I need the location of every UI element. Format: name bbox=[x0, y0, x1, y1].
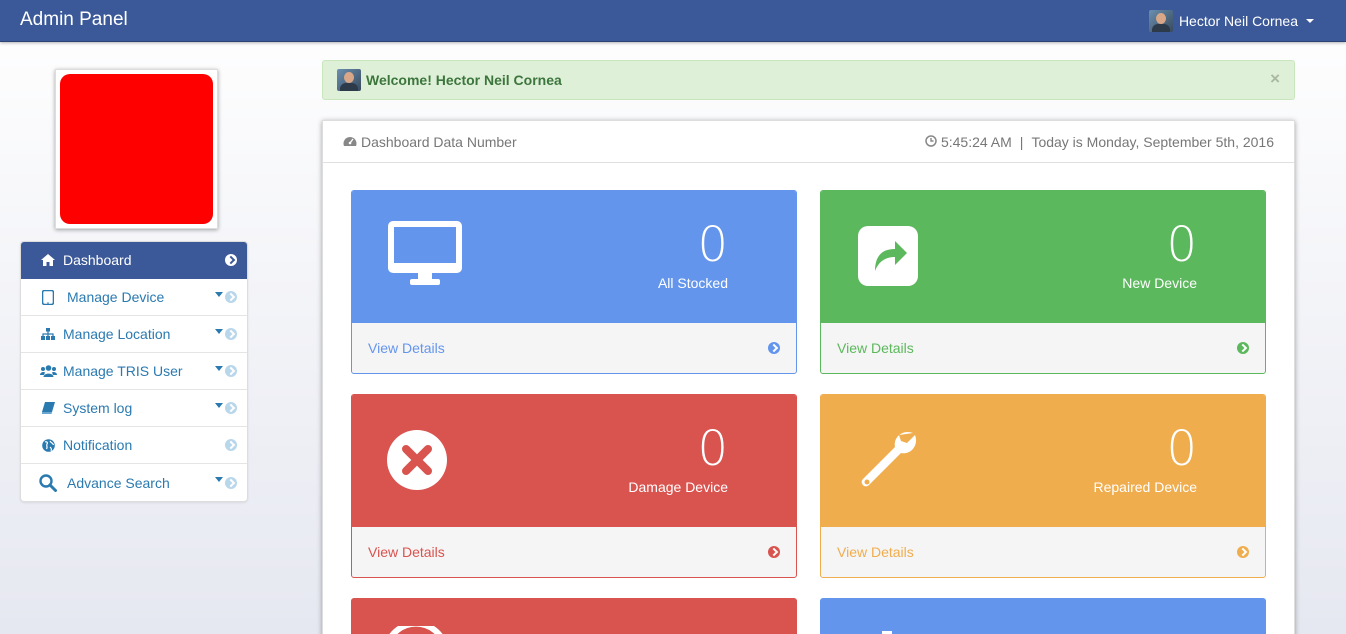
card-repaired-device: 0 Repaired Device View Details bbox=[820, 394, 1266, 578]
sidebar-item-label: Notification bbox=[63, 437, 133, 453]
caret-down-icon bbox=[215, 365, 223, 371]
sidebar-item-label: Dashboard bbox=[63, 252, 132, 268]
times-circle-icon bbox=[386, 429, 448, 496]
clock-icon bbox=[925, 134, 937, 150]
current-time: 5:45:24 AM bbox=[940, 133, 1012, 150]
sidebar-item-label: Manage TRIS User bbox=[63, 363, 183, 379]
caret-down-icon bbox=[215, 328, 223, 334]
panel-title: Dashboard Data Number bbox=[361, 133, 517, 150]
share-square-icon bbox=[857, 225, 919, 292]
card-label: All Stocked bbox=[657, 275, 728, 291]
top-navbar: Admin Panel Hector Neil Cornea bbox=[0, 0, 1346, 42]
arrow-circle-right-icon bbox=[225, 402, 237, 414]
book-icon bbox=[37, 402, 59, 414]
card-value: 0 bbox=[697, 217, 728, 273]
profile-picture-frame bbox=[55, 69, 218, 229]
caret-down-icon bbox=[215, 402, 223, 408]
view-details-text: View Details bbox=[368, 544, 445, 560]
card-label: Repaired Device bbox=[1093, 479, 1198, 495]
card-value: 0 bbox=[1166, 217, 1197, 273]
welcome-alert: Welcome! Hector Neil Cornea × bbox=[322, 60, 1295, 100]
users-icon bbox=[37, 365, 59, 377]
view-details-link[interactable]: View Details bbox=[352, 323, 796, 373]
card-value: 0 bbox=[697, 421, 728, 477]
arrow-circle-right-icon bbox=[768, 342, 780, 354]
arrow-circle-right-icon bbox=[1237, 342, 1249, 354]
view-details-text: View Details bbox=[837, 340, 914, 356]
sidebar-item-system-log[interactable]: System log bbox=[21, 390, 247, 427]
sitemap-icon bbox=[37, 328, 59, 340]
caret-down-icon bbox=[215, 477, 223, 482]
arrow-circle-right-icon bbox=[225, 476, 237, 489]
user-menu[interactable]: Hector Neil Cornea bbox=[1148, 10, 1314, 32]
sidebar-item-manage-location[interactable]: Manage Location bbox=[21, 316, 247, 353]
view-details-text: View Details bbox=[368, 340, 445, 356]
user-name: Hector Neil Cornea bbox=[1178, 13, 1298, 29]
header-separator: | bbox=[1019, 133, 1024, 150]
sidebar-item-label: System log bbox=[63, 400, 133, 416]
sidebar-item-label: Advance Search bbox=[67, 474, 170, 491]
tablet-icon bbox=[37, 289, 59, 305]
close-icon[interactable]: × bbox=[1270, 69, 1280, 89]
home-icon bbox=[37, 254, 59, 266]
panel-header: Dashboard Data Number 5:45:24 AM | Today… bbox=[323, 121, 1294, 163]
view-details-text: View Details bbox=[837, 544, 914, 560]
globe-icon bbox=[37, 438, 59, 452]
card-label: Damage Device bbox=[628, 479, 728, 495]
card-label: New Device bbox=[1122, 275, 1197, 291]
arrow-circle-right-icon bbox=[768, 546, 780, 558]
arrow-circle-right-icon bbox=[225, 291, 237, 303]
arrow-circle-right-icon bbox=[225, 439, 237, 451]
card-partial-blue bbox=[820, 598, 1266, 634]
sidebar-item-dashboard[interactable]: Dashboard bbox=[21, 242, 247, 279]
view-details-link[interactable]: View Details bbox=[821, 323, 1265, 373]
view-details-link[interactable]: View Details bbox=[352, 527, 796, 577]
brand-title[interactable]: Admin Panel bbox=[20, 9, 128, 31]
view-details-link[interactable]: View Details bbox=[821, 527, 1265, 577]
card-damage-device: 0 Damage Device View Details bbox=[351, 394, 797, 578]
arrow-circle-right-icon bbox=[225, 254, 237, 266]
monitor-icon bbox=[386, 219, 464, 292]
sidebar-menu: Dashboard Manage Device Manage Location … bbox=[20, 241, 248, 502]
sidebar-item-label: Manage Device bbox=[67, 289, 165, 305]
card-partial-red bbox=[351, 598, 797, 634]
arrow-circle-right-icon bbox=[1237, 546, 1249, 558]
welcome-text: Welcome! Hector Neil Cornea bbox=[366, 72, 562, 88]
dashboard-panel: Dashboard Data Number 5:45:24 AM | Today… bbox=[322, 120, 1295, 634]
current-date: Today is Monday, September 5th, 2016 bbox=[1031, 133, 1274, 150]
sidebar-item-manage-device[interactable]: Manage Device bbox=[21, 279, 247, 316]
profile-picture bbox=[60, 74, 213, 224]
user-avatar bbox=[337, 69, 361, 91]
user-avatar bbox=[1148, 10, 1173, 32]
sidebar-item-advance-search[interactable]: Advance Search bbox=[21, 464, 247, 501]
sidebar-item-manage-tris-user[interactable]: Manage TRIS User bbox=[21, 353, 247, 390]
search-icon bbox=[37, 473, 59, 492]
partial-card-icon bbox=[385, 620, 447, 634]
wrench-icon bbox=[855, 429, 923, 502]
card-value: 0 bbox=[1166, 421, 1197, 477]
sidebar-item-label: Manage Location bbox=[63, 326, 171, 342]
card-new-device: 0 New Device View Details bbox=[820, 190, 1266, 374]
caret-down-icon bbox=[215, 291, 223, 297]
arrow-circle-right-icon bbox=[225, 365, 237, 377]
sidebar-item-notification[interactable]: Notification bbox=[21, 427, 247, 464]
dashboard-gauge-icon bbox=[343, 134, 357, 150]
card-all-stocked: 0 All Stocked View Details bbox=[351, 190, 797, 374]
caret-down-icon bbox=[1306, 19, 1314, 23]
arrow-circle-right-icon bbox=[225, 328, 237, 340]
